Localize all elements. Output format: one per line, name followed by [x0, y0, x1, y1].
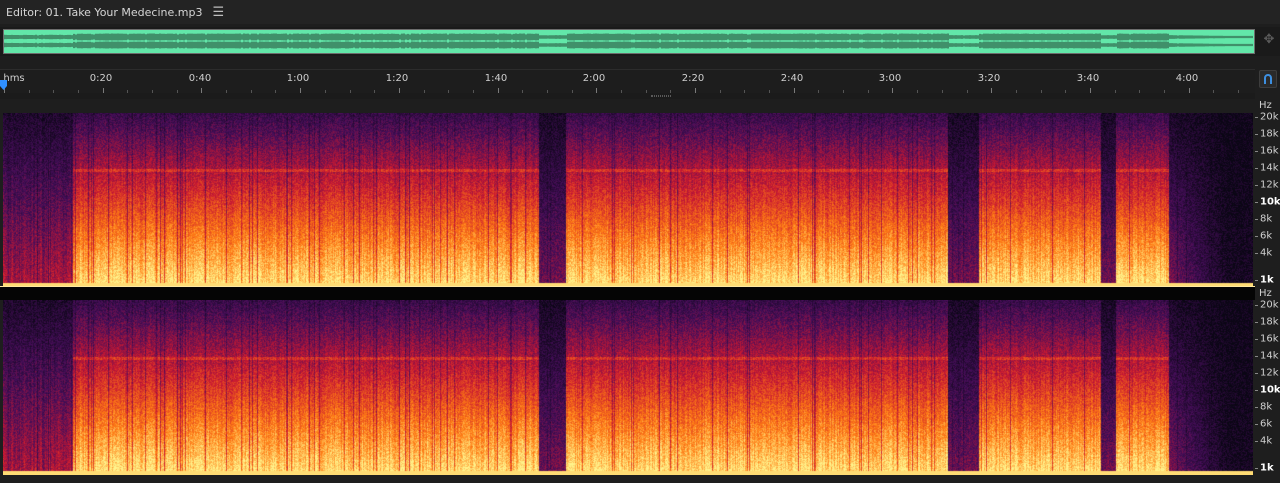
time-ruler[interactable]: hms 0:20 0:40 1:00 1:20 1:40 2:00 2:20 2…: [0, 69, 1255, 93]
spectrogram-canvas: [3, 300, 1253, 475]
ruler-tick-label: 1:20: [385, 73, 409, 84]
frequency-label: 4k: [1260, 435, 1273, 447]
ruler-tick-label: 3:40: [1076, 73, 1100, 84]
spectral-display-right-channel[interactable]: [3, 300, 1253, 475]
snap-button[interactable]: [1259, 70, 1277, 88]
channel-floor-line: [0, 286, 1255, 287]
frequency-label: 18k: [1260, 316, 1279, 328]
frequency-label: 8k: [1260, 213, 1273, 225]
overview-viewport[interactable]: [3, 29, 1255, 54]
editor-title: Editor: 01. Take Your Medecine.mp3: [6, 5, 203, 19]
hamburger-icon[interactable]: ☰: [212, 5, 224, 20]
ruler-tick-label: 2:20: [681, 73, 705, 84]
frequency-label: 1k: [1260, 462, 1274, 474]
move-arrows-icon[interactable]: ✥: [1262, 33, 1276, 47]
spectrogram-canvas: [3, 113, 1253, 287]
ruler-tick-label: 3:00: [878, 73, 902, 84]
frequency-label: 16k: [1260, 333, 1279, 345]
ruler-tick-label: 1:00: [286, 73, 310, 84]
playhead-marker-icon[interactable]: [0, 80, 7, 90]
ruler-tick-label: 2:40: [780, 73, 804, 84]
frequency-label: 10k: [1260, 196, 1280, 208]
waveform-overview[interactable]: [0, 27, 1280, 56]
spectral-display-left-channel[interactable]: [3, 113, 1253, 287]
frequency-unit: Hz: [1259, 288, 1272, 299]
frequency-ruler-right[interactable]: Hz 20k 18k 16k 14k 12k 10k 8k 6k 4k 1k: [1255, 287, 1280, 476]
frequency-label: 8k: [1260, 401, 1273, 413]
frequency-label: 10k: [1260, 384, 1280, 396]
channel-separator: [0, 287, 1255, 300]
ruler-tick-label: 0:40: [188, 73, 212, 84]
ruler-tick-label: 2:00: [582, 73, 606, 84]
frequency-label: 16k: [1260, 145, 1279, 157]
frequency-label: 6k: [1260, 418, 1273, 430]
editor-bottom-edge: [0, 476, 1280, 483]
resize-grip-icon[interactable]: [651, 95, 671, 97]
overview-waveform: [4, 33, 1253, 49]
ruler-tick-label: 1:40: [484, 73, 508, 84]
ruler-tick-label: 3:20: [977, 73, 1001, 84]
frequency-ruler-left[interactable]: Hz 20k 18k 16k 14k 12k 10k 8k 6k 4k 1k: [1255, 99, 1280, 287]
ruler-tick-label: 0:20: [89, 73, 113, 84]
frequency-label: 6k: [1260, 230, 1273, 242]
panel-divider[interactable]: [0, 93, 1255, 99]
frequency-label: 14k: [1260, 162, 1279, 174]
frequency-label: 12k: [1260, 179, 1279, 191]
frequency-label: 14k: [1260, 350, 1279, 362]
frequency-label: 4k: [1260, 247, 1273, 259]
magnet-icon: [1264, 74, 1272, 84]
frequency-label: 12k: [1260, 367, 1279, 379]
frequency-label: 18k: [1260, 128, 1279, 140]
frequency-unit: Hz: [1259, 100, 1272, 111]
frequency-label: 20k: [1260, 299, 1279, 311]
frequency-label: 20k: [1260, 111, 1279, 123]
frequency-label: 1k: [1260, 274, 1274, 286]
ruler-tick-label: 4:00: [1175, 73, 1199, 84]
editor-title-bar: Editor: 01. Take Your Medecine.mp3 ☰: [0, 0, 1280, 24]
